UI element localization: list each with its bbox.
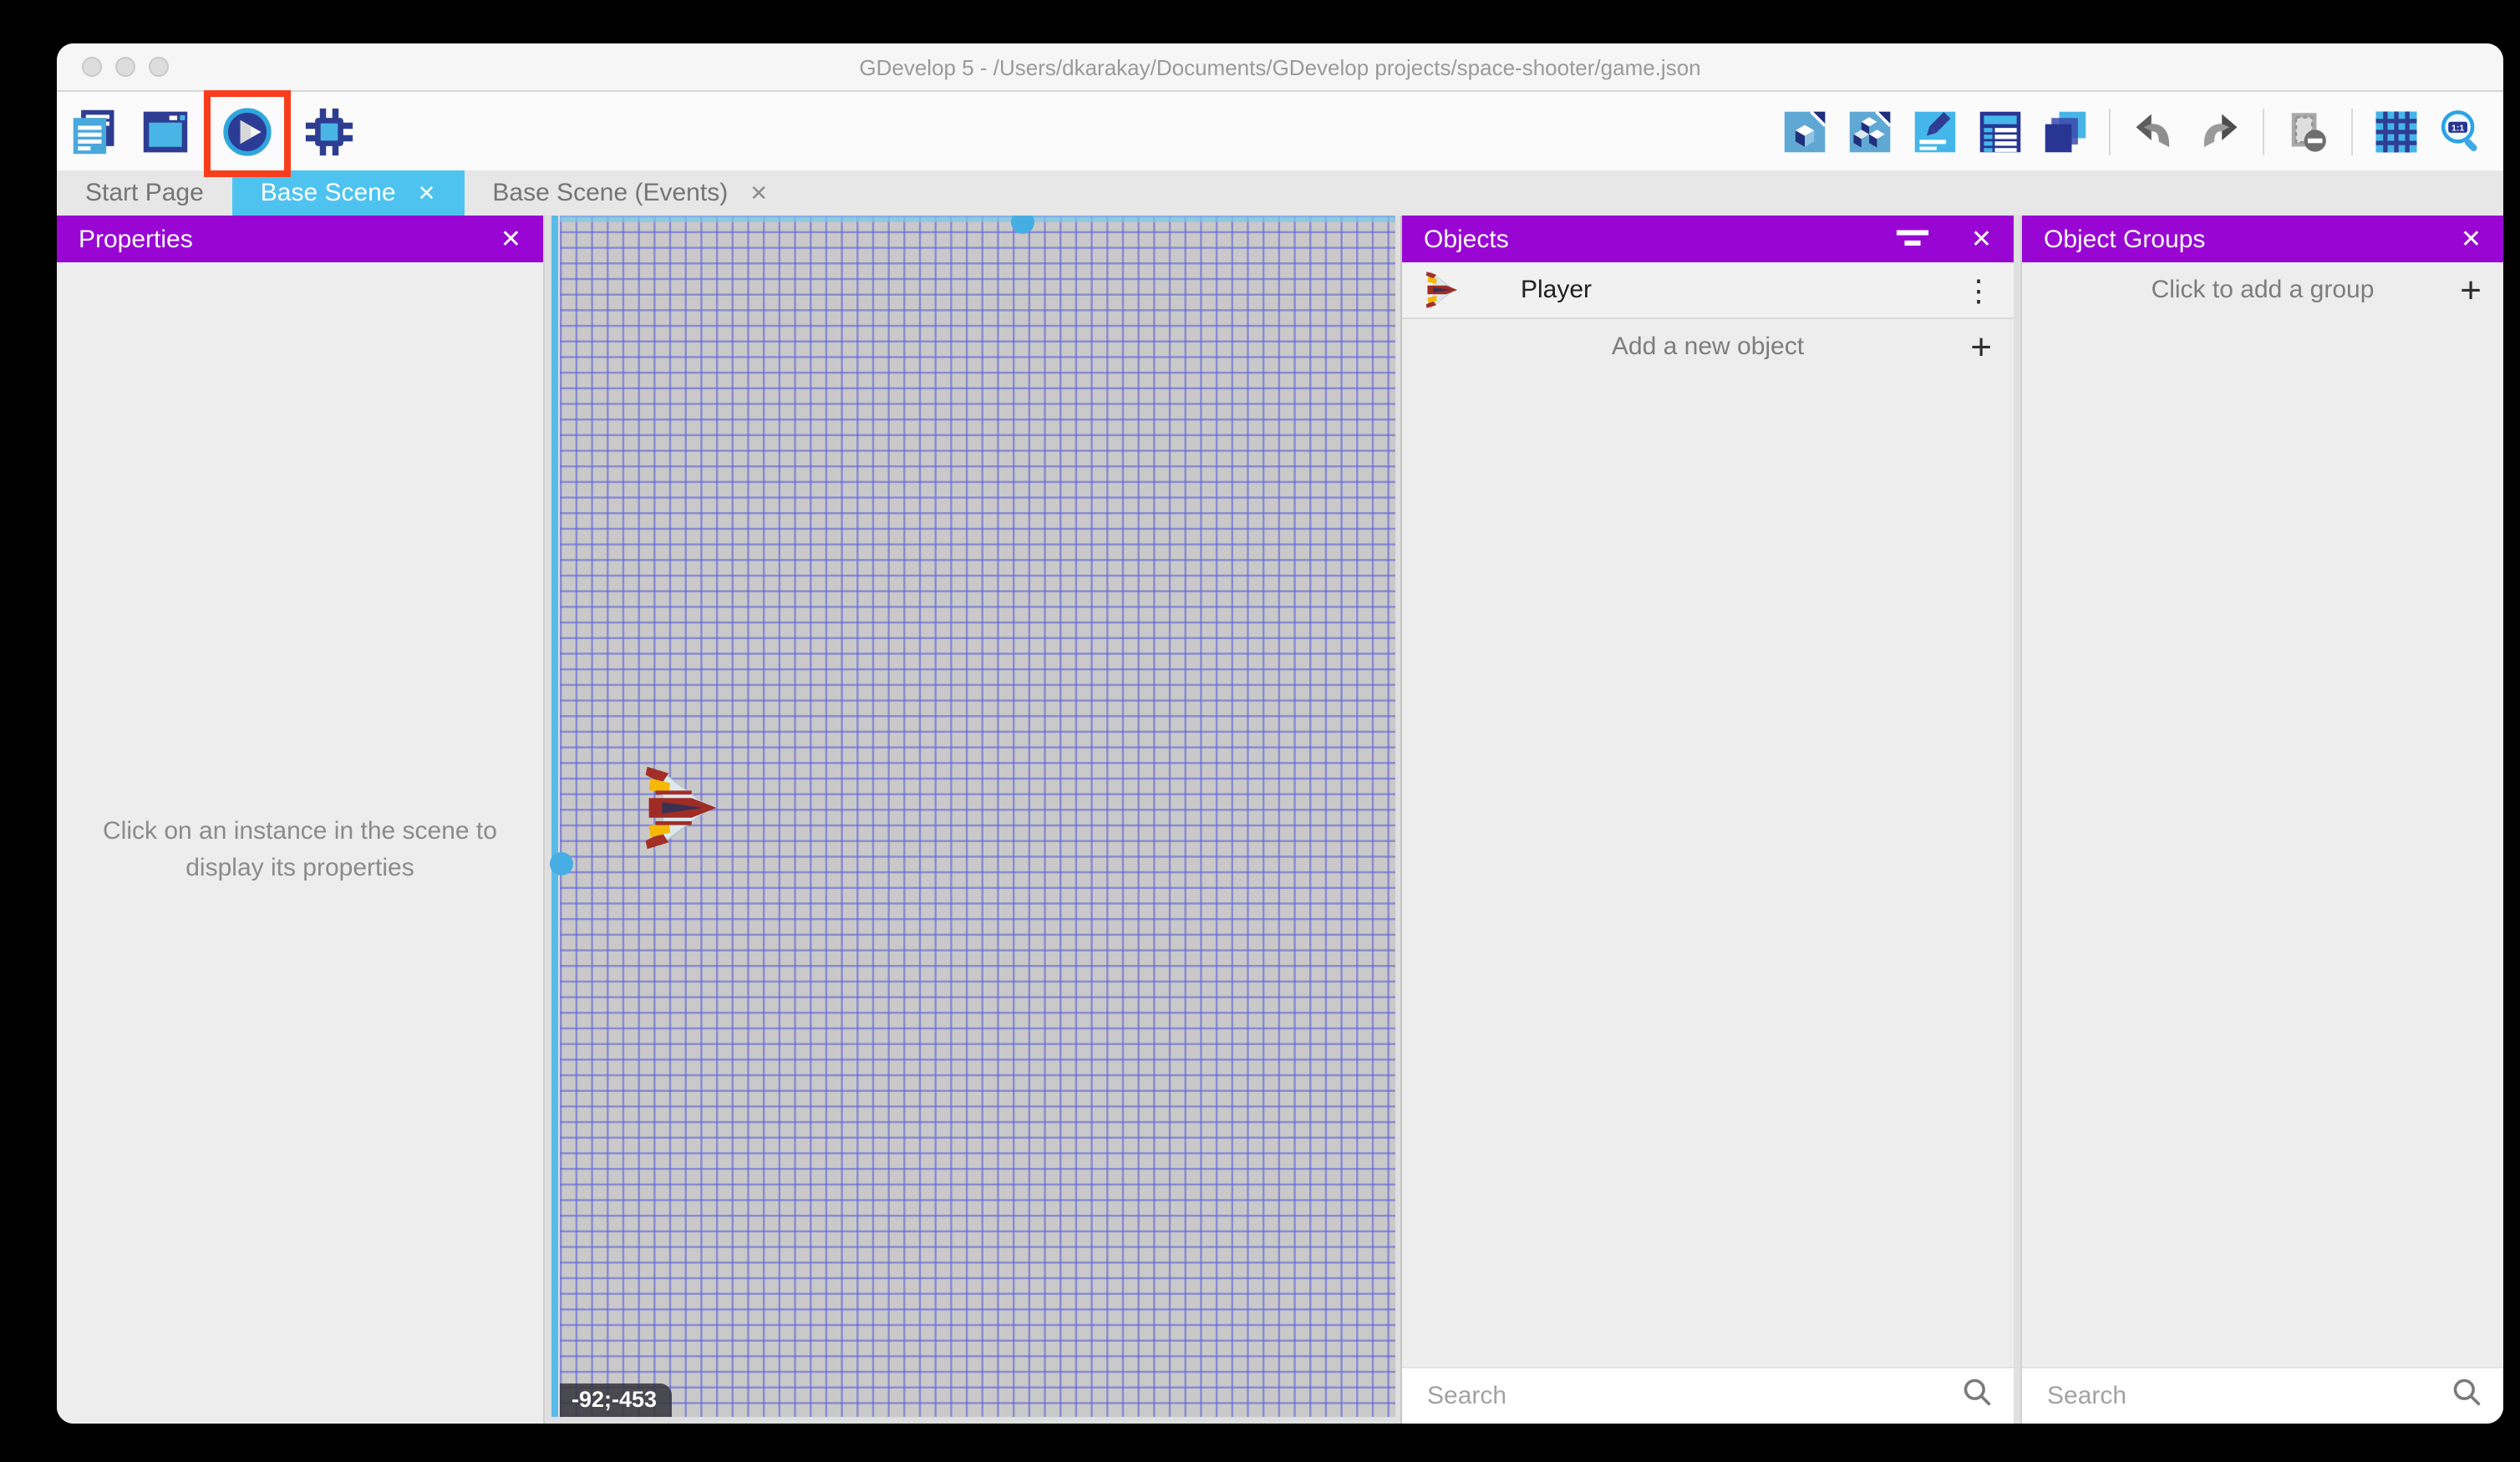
scene-canvas[interactable]: -92;-453: [545, 216, 1400, 1424]
plus-icon[interactable]: +: [1970, 328, 1992, 365]
add-group-row[interactable]: Click to add a group +: [2022, 262, 2503, 317]
play-button-wrapper: [222, 106, 272, 156]
tab-base-scene[interactable]: Base Scene ✕: [232, 170, 465, 216]
tab-label: Base Scene (Events): [492, 179, 728, 207]
edit-scene-icon[interactable]: [1910, 106, 1960, 156]
panel-title: Object Groups: [2044, 225, 2205, 253]
main-toolbar: 1:1: [57, 92, 2503, 170]
object-groups-panel-header: Object Groups ✕: [2022, 216, 2503, 262]
objects-panel-header: Objects ✕: [1402, 216, 2014, 262]
groups-search-input[interactable]: [2044, 1380, 2451, 1412]
traffic-lights: [82, 57, 169, 77]
search-icon[interactable]: [1962, 1377, 1992, 1415]
minimize-window-button[interactable]: [115, 57, 135, 77]
project-manager-icon[interactable]: [70, 106, 120, 156]
groups-search-bar: [2022, 1367, 2503, 1424]
object-row-player[interactable]: Player ⋮: [1402, 262, 2014, 319]
close-icon[interactable]: ✕: [749, 180, 768, 206]
groups-list-empty-area: [2022, 317, 2503, 1367]
vertical-scrollbar-thumb[interactable]: [550, 852, 573, 876]
properties-panel: Properties ✕ Click on an instance in the…: [57, 216, 545, 1424]
objects-panel: Objects ✕: [1400, 216, 2014, 1424]
undo-icon[interactable]: [2129, 106, 2179, 156]
scene-editor-icon[interactable]: [140, 106, 191, 156]
layers-icon[interactable]: [2040, 106, 2091, 156]
objects-group-icon[interactable]: [1845, 106, 1895, 156]
redo-icon[interactable]: [2194, 106, 2244, 156]
add-group-label: Click to add a group: [2152, 276, 2375, 304]
debugger-icon[interactable]: [304, 106, 354, 156]
toolbar-left-group: [57, 106, 354, 156]
object-name: Player: [1521, 276, 1592, 304]
close-icon[interactable]: ✕: [500, 226, 521, 251]
toolbar-separator: [2109, 108, 2111, 155]
tab-start-page[interactable]: Start Page: [57, 170, 232, 216]
panel-title: Properties: [79, 225, 193, 253]
horizontal-scrollbar[interactable]: [560, 216, 1395, 222]
gdevelop-window: GDevelop 5 - /Users/dkarakay/Documents/G…: [57, 43, 2503, 1424]
kebab-menu-icon[interactable]: ⋮: [1964, 275, 1994, 305]
highlight-rectangle: [204, 89, 291, 176]
svg-text:1:1: 1:1: [2451, 122, 2464, 132]
instances-list-icon[interactable]: [1975, 106, 2025, 156]
plus-icon[interactable]: +: [2460, 272, 2482, 308]
close-icon[interactable]: ✕: [418, 180, 436, 206]
maximize-window-button[interactable]: [149, 57, 169, 77]
zoom-1-1-icon[interactable]: 1:1: [2436, 106, 2487, 156]
objects-search-input[interactable]: [1424, 1380, 1962, 1412]
search-icon[interactable]: [2451, 1377, 2482, 1415]
player-instance[interactable]: [643, 757, 717, 859]
filter-icon[interactable]: [1896, 227, 1931, 251]
desktop-background: GDevelop 5 - /Users/dkarakay/Documents/G…: [0, 0, 2520, 1462]
editor-content: Properties ✕ Click on an instance in the…: [57, 216, 2503, 1424]
panel-title: Objects: [1424, 225, 1509, 253]
panel-divider: [2014, 216, 2020, 1424]
object-icon[interactable]: [1780, 106, 1830, 156]
toolbar-separator: [2351, 108, 2353, 155]
add-object-row[interactable]: Add a new object +: [1402, 319, 2014, 374]
title-bar: GDevelop 5 - /Users/dkarakay/Documents/G…: [57, 43, 2503, 92]
close-window-button[interactable]: [82, 57, 102, 77]
cursor-coordinates: -92;-453: [560, 1383, 672, 1417]
properties-panel-header: Properties ✕: [57, 216, 543, 262]
player-thumbnail-icon: [1422, 267, 1461, 312]
toolbar-right-group: 1:1: [1780, 106, 2503, 156]
editor-tabs: Start Page Base Scene ✕ Base Scene (Even…: [57, 170, 2503, 216]
add-object-label: Add a new object: [1612, 333, 1804, 361]
close-icon[interactable]: ✕: [1971, 226, 1992, 251]
properties-hint: Click on an instance in the scene to dis…: [87, 814, 513, 886]
vertical-scrollbar[interactable]: [551, 216, 558, 1417]
close-icon[interactable]: ✕: [2461, 226, 2482, 251]
toolbar-separator: [2263, 108, 2264, 155]
mask-icon[interactable]: [2283, 106, 2333, 156]
objects-search-bar: [1402, 1367, 2014, 1424]
objects-list-empty-area: [1402, 374, 2014, 1367]
tab-base-scene-events[interactable]: Base Scene (Events) ✕: [464, 170, 796, 216]
window-title: GDevelop 5 - /Users/dkarakay/Documents/G…: [859, 54, 1700, 79]
object-groups-panel: Object Groups ✕ Click to add a group +: [2020, 216, 2503, 1424]
tab-label: Start Page: [85, 179, 204, 207]
tab-label: Base Scene: [261, 179, 396, 207]
grid-icon[interactable]: [2371, 106, 2421, 156]
